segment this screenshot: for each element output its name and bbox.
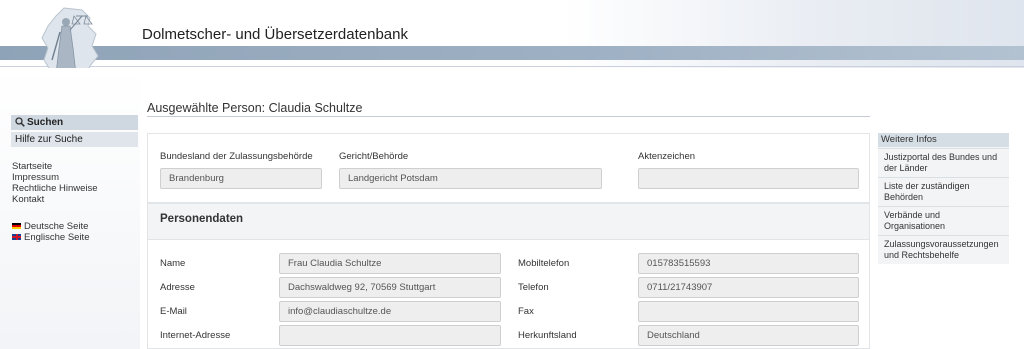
more-info-box: Weitere Infos Justizportal des Bundes un… xyxy=(878,133,1009,264)
sidebar-item-label: Hilfe zur Suche xyxy=(15,134,83,145)
phone-label: Telefon xyxy=(518,282,549,293)
language-links: Deutsche Seite Englische Seite xyxy=(12,221,89,243)
sidebar-item-search[interactable]: Suchen xyxy=(11,115,138,130)
email-label: E-Mail xyxy=(160,306,187,317)
flag-de-icon xyxy=(12,223,21,229)
file-number-field[interactable] xyxy=(638,168,859,189)
mobile-label: Mobiltelefon xyxy=(518,258,570,269)
more-info-title: Weitere Infos xyxy=(878,133,1009,147)
website-label: Internet-Adresse xyxy=(160,330,231,341)
more-info-link-justice-portal[interactable]: Justizportal des Bundes und der Länder xyxy=(878,148,1009,177)
address-field[interactable]: Dachswaldweg 92, 70569 Stuttgart xyxy=(279,277,501,298)
sidebar xyxy=(0,68,140,349)
language-label: Englische Seite xyxy=(24,232,90,243)
court-field[interactable]: Landgericht Potsdam xyxy=(339,168,602,189)
file-number-label: Aktenzeichen xyxy=(638,151,696,162)
address-label: Adresse xyxy=(160,282,195,293)
name-label: Name xyxy=(160,258,186,269)
flag-gb-icon xyxy=(12,234,21,240)
section-title: Personendaten xyxy=(160,213,244,225)
more-info-link-requirements[interactable]: Zulassungsvoraussetzungen und Rechtsbehe… xyxy=(878,235,1009,264)
personal-data-panel: Personendaten Name Frau Claudia Schultze… xyxy=(147,203,870,349)
language-label: Deutsche Seite xyxy=(24,221,89,232)
fax-field[interactable] xyxy=(638,301,859,322)
more-info-link-authorities[interactable]: Liste der zuständigen Behörden xyxy=(878,177,1009,206)
sidebar-link-legal[interactable]: Rechtliche Hinweise xyxy=(12,183,98,194)
email-field[interactable]: info@claudiaschultze.de xyxy=(279,301,501,322)
phone-field[interactable]: 0711/21743907 xyxy=(638,277,859,298)
name-field[interactable]: Frau Claudia Schultze xyxy=(279,253,501,274)
website-field[interactable] xyxy=(279,325,501,346)
language-link-german[interactable]: Deutsche Seite xyxy=(12,221,89,232)
sidebar-item-label: Suchen xyxy=(27,117,64,128)
app-title: Dolmetscher- und Übersetzerdatenbank xyxy=(142,26,408,43)
origin-country-field[interactable]: Deutschland xyxy=(638,325,859,346)
sidebar-item-search-help[interactable]: Hilfe zur Suche xyxy=(11,132,138,147)
sidebar-links: Startseite Impressum Rechtliche Hinweise… xyxy=(12,161,98,205)
state-field[interactable]: Brandenburg xyxy=(160,168,322,189)
more-info-link-associations[interactable]: Verbände und Organisationen xyxy=(878,206,1009,235)
sidebar-link-contact[interactable]: Kontakt xyxy=(12,194,98,205)
section-header: Personendaten xyxy=(148,204,869,240)
fax-label: Fax xyxy=(518,306,534,317)
language-link-english[interactable]: Englische Seite xyxy=(12,232,89,243)
mobile-field[interactable]: 015783515593 xyxy=(638,253,859,274)
header-bar xyxy=(0,46,1024,60)
heading-divider xyxy=(147,116,870,117)
court-label: Gericht/Behörde xyxy=(339,151,409,162)
sidebar-link-imprint[interactable]: Impressum xyxy=(12,172,98,183)
authority-panel: Bundesland der Zulassungsbehörde Branden… xyxy=(147,133,870,203)
sidebar-link-home[interactable]: Startseite xyxy=(12,161,98,172)
page-title: Ausgewählte Person: Claudia Schultze xyxy=(147,101,363,115)
origin-country-label: Herkunftsland xyxy=(518,330,577,341)
state-label: Bundesland der Zulassungsbehörde xyxy=(160,151,313,162)
search-icon xyxy=(15,117,25,127)
header-divider xyxy=(0,66,1024,67)
